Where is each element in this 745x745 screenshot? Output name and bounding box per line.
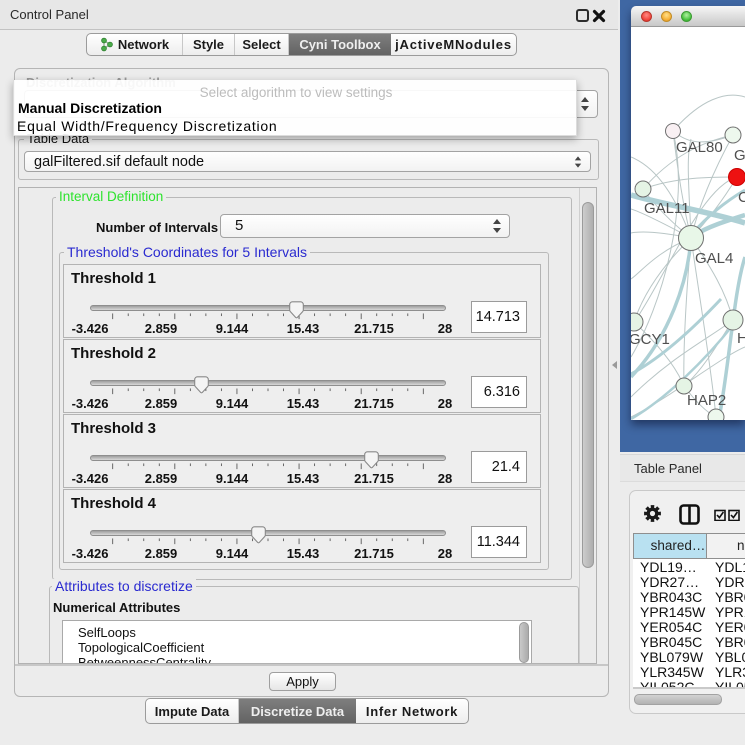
svg-text:HAP2: HAP2 <box>687 392 726 409</box>
svg-text:GAL80: GAL80 <box>676 139 723 156</box>
svg-text:GAL4: GAL4 <box>695 250 733 267</box>
svg-text:GAL11: GAL11 <box>644 200 690 217</box>
svg-text:GCY1: GCY1 <box>631 331 670 348</box>
svg-text:GA: GA <box>734 147 745 164</box>
svg-text:HA: HA <box>737 330 745 347</box>
svg-text:CR: CR <box>738 189 745 206</box>
